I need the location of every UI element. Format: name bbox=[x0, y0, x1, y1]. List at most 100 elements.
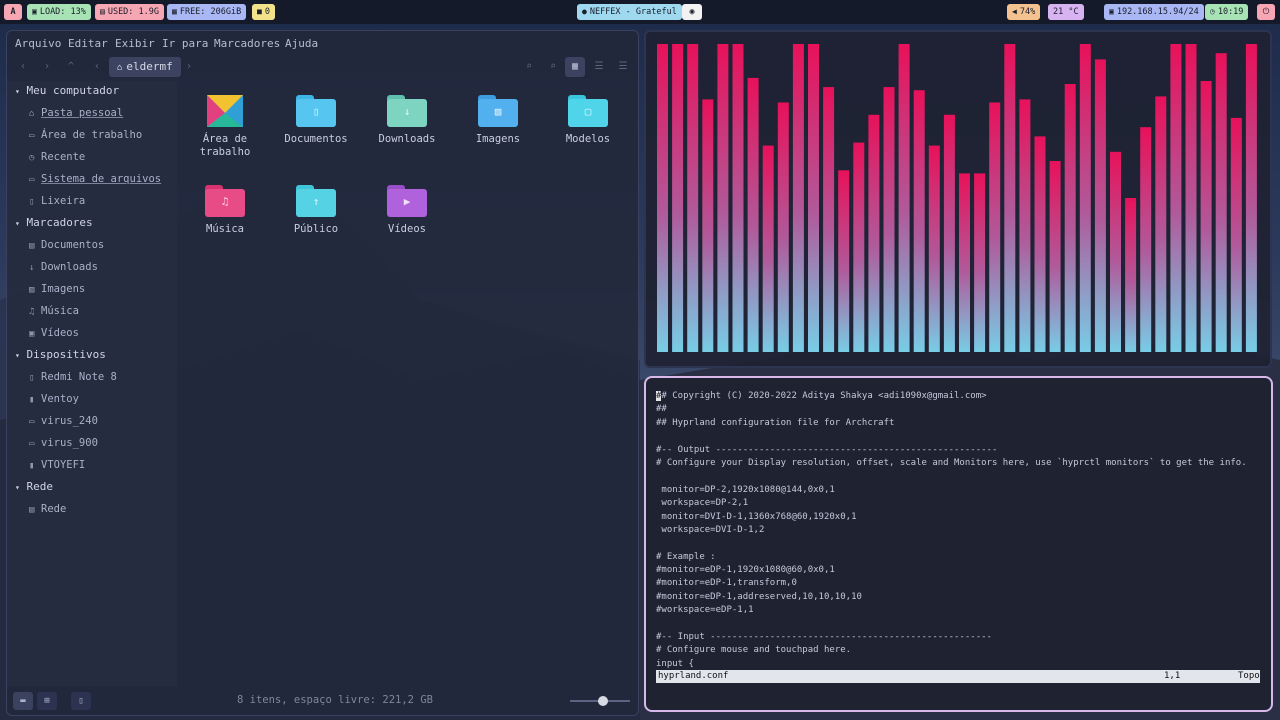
folder-templates[interactable]: ▢ Modelos bbox=[548, 95, 628, 146]
power-button[interactable]: ⏻ bbox=[1257, 4, 1275, 20]
compact-view-button[interactable]: ☰ bbox=[613, 57, 633, 77]
sidebar-header-network[interactable]: ▾ Rede bbox=[15, 480, 53, 493]
tree-toggle-button[interactable]: ⊞ bbox=[37, 692, 57, 710]
visualizer-bar bbox=[687, 44, 699, 352]
sidebar-item-phone[interactable]: ▯ Redmi Note 8 bbox=[29, 371, 117, 383]
visualizer-bar bbox=[672, 44, 684, 352]
folder-music[interactable]: ♫ Música bbox=[185, 185, 265, 236]
temperature-indicator: 21 °C bbox=[1048, 4, 1084, 20]
sidebar-header-computer[interactable]: ▾ Meu computador bbox=[15, 84, 119, 97]
play-icon: ● bbox=[582, 7, 587, 16]
breadcrumb-right-button[interactable]: › bbox=[179, 57, 199, 77]
sidebar-item-downloads[interactable]: ↓ Downloads bbox=[29, 261, 98, 273]
up-button[interactable]: ^ bbox=[61, 57, 81, 77]
visualizer-bar bbox=[959, 173, 970, 352]
back-button[interactable]: ‹ bbox=[13, 57, 33, 77]
places-toggle-button[interactable]: ▬ bbox=[13, 692, 33, 710]
github-button[interactable]: ◉ bbox=[682, 4, 702, 20]
status-filename: hyprland.conf bbox=[658, 671, 729, 681]
sidebar-item-documents[interactable]: ▤ Documentos bbox=[29, 239, 104, 251]
folder-documents[interactable]: ▯ Documentos bbox=[276, 95, 356, 146]
icon-view-button[interactable]: ▦ bbox=[565, 57, 585, 77]
sidebar-item-ventoy[interactable]: ▮ Ventoy bbox=[29, 393, 79, 405]
visualizer-bar bbox=[747, 77, 759, 353]
sidebar-item-videos[interactable]: ▣ Vídeos bbox=[29, 327, 79, 339]
visualizer-bar bbox=[838, 170, 850, 352]
usb-drive-icon: ▮ bbox=[29, 395, 35, 405]
list-view-button[interactable]: ☰ bbox=[589, 57, 609, 77]
hide-sidebar-button[interactable]: ▯ bbox=[71, 692, 91, 710]
visualizer-bar bbox=[732, 44, 744, 352]
compact-list-icon: ☰ bbox=[618, 61, 628, 72]
sidebar-header-devices[interactable]: ▾ Dispositivos bbox=[15, 348, 106, 361]
folder-images[interactable]: ▨ Imagens bbox=[458, 95, 538, 146]
music-player[interactable]: ● NEFFEX - Grateful bbox=[577, 4, 682, 20]
location-icon: ⌕ bbox=[525, 61, 533, 72]
network-indicator[interactable]: ▣ 192.168.15.94/24 bbox=[1104, 4, 1204, 20]
visualizer-bar bbox=[808, 44, 819, 352]
zoom-slider-handle[interactable] bbox=[598, 696, 608, 706]
folder-videos[interactable]: ▶ Vídeos bbox=[367, 185, 447, 236]
drive-icon: ▭ bbox=[29, 439, 35, 449]
visualizer-bar bbox=[928, 145, 940, 352]
visualizer-bar bbox=[1094, 59, 1106, 353]
breadcrumb[interactable]: ⌂ eldermf bbox=[109, 57, 181, 77]
sidebar-item-recent[interactable]: ◷ Recente bbox=[29, 151, 85, 163]
volume-indicator[interactable]: ◀ 74% bbox=[1007, 4, 1041, 20]
sidebar-item-virus-900[interactable]: ▭ virus_900 bbox=[29, 437, 98, 449]
file-manager-window: Arquivo Editar Exibir Ir para Marcadores… bbox=[6, 30, 639, 716]
folder-downloads[interactable]: ↓ Downloads bbox=[367, 95, 447, 146]
menu-bookmarks[interactable]: Marcadores bbox=[214, 37, 280, 50]
item-label: Música bbox=[206, 223, 244, 235]
visualizer-bar bbox=[1034, 136, 1046, 352]
chevron-down-icon: ▾ bbox=[15, 483, 20, 492]
editor-line: #monitor=eDP-1,1920x1080@60,0x0,1 bbox=[656, 565, 835, 576]
menu-go[interactable]: Ir para bbox=[162, 37, 208, 50]
menu-help[interactable]: Ajuda bbox=[285, 37, 318, 50]
sidebar-item-filesystem[interactable]: ▭ Sistema de arquivos bbox=[29, 173, 161, 185]
menu-edit[interactable]: Editar bbox=[68, 37, 108, 50]
sidebar-item-virus-240[interactable]: ▭ virus_240 bbox=[29, 415, 98, 427]
editor-line: #monitor=eDP-1,transform,0 bbox=[656, 578, 797, 589]
sidebar-item-images[interactable]: ▨ Imagens bbox=[29, 283, 85, 295]
visualizer-bar bbox=[1245, 44, 1257, 352]
sidebar-item-network[interactable]: ▤ Rede bbox=[29, 503, 66, 515]
sidebar-header-bookmarks[interactable]: ▾ Marcadores bbox=[15, 216, 93, 229]
usb-drive-icon: ▮ bbox=[29, 461, 35, 471]
toolbar: ‹ › ^ ‹ ⌂ eldermf › ⌕ ⌕ ▦ ☰ ☰ bbox=[7, 55, 638, 79]
updates-indicator[interactable]: ■ 0 bbox=[252, 4, 275, 20]
arrow-left-icon: ‹ bbox=[19, 61, 27, 72]
folder-public[interactable]: ↑ Público bbox=[276, 185, 356, 236]
launcher-button[interactable]: A bbox=[4, 4, 22, 20]
downloads-folder-icon: ↓ bbox=[387, 95, 427, 127]
clock[interactable]: ◷ 10:19 bbox=[1205, 4, 1249, 20]
chevron-down-icon: ▾ bbox=[15, 219, 20, 228]
editor-buffer[interactable]: ## Copyright (C) 2020-2022 Aditya Shakya… bbox=[656, 390, 1256, 671]
sidebar-item-vtoyefi[interactable]: ▮ VTOYEFI bbox=[29, 459, 85, 471]
visualizer-bar bbox=[898, 44, 910, 352]
sidebar-item-trash[interactable]: ▯ Lixeira bbox=[29, 195, 85, 207]
menu-file[interactable]: Arquivo bbox=[15, 37, 61, 50]
sidebar-item-desktop[interactable]: ▭ Área de trabalho bbox=[29, 129, 142, 141]
search-button[interactable]: ⌕ bbox=[543, 57, 563, 77]
menu-view[interactable]: Exibir bbox=[115, 37, 155, 50]
visualizer-bar bbox=[853, 142, 865, 352]
status-text: 8 itens, espaço livre: 221,2 GB bbox=[237, 694, 433, 706]
breadcrumb-left-button[interactable]: ‹ bbox=[87, 57, 107, 77]
search-icon: ⌕ bbox=[549, 61, 557, 72]
visualizer-bar bbox=[1049, 161, 1061, 352]
visualizer-bar bbox=[1215, 53, 1227, 352]
item-label: Público bbox=[293, 223, 339, 235]
zoom-slider[interactable] bbox=[570, 696, 630, 706]
forward-button[interactable]: › bbox=[37, 57, 57, 77]
sidebar-item-home[interactable]: ⌂ Pasta pessoal bbox=[29, 107, 123, 119]
folder-desktop[interactable]: Área de trabalho bbox=[185, 95, 265, 159]
chevron-down-icon: ▾ bbox=[15, 351, 20, 360]
sidebar-item-music[interactable]: ♫ Música bbox=[29, 305, 79, 317]
network-icon: ▤ bbox=[29, 505, 35, 515]
editor-line: ## bbox=[656, 404, 667, 415]
terminal-window[interactable]: ## Copyright (C) 2020-2022 Aditya Shakya… bbox=[644, 376, 1273, 712]
toggle-location-button[interactable]: ⌕ bbox=[519, 57, 539, 77]
visualizer-bar bbox=[989, 102, 1001, 352]
